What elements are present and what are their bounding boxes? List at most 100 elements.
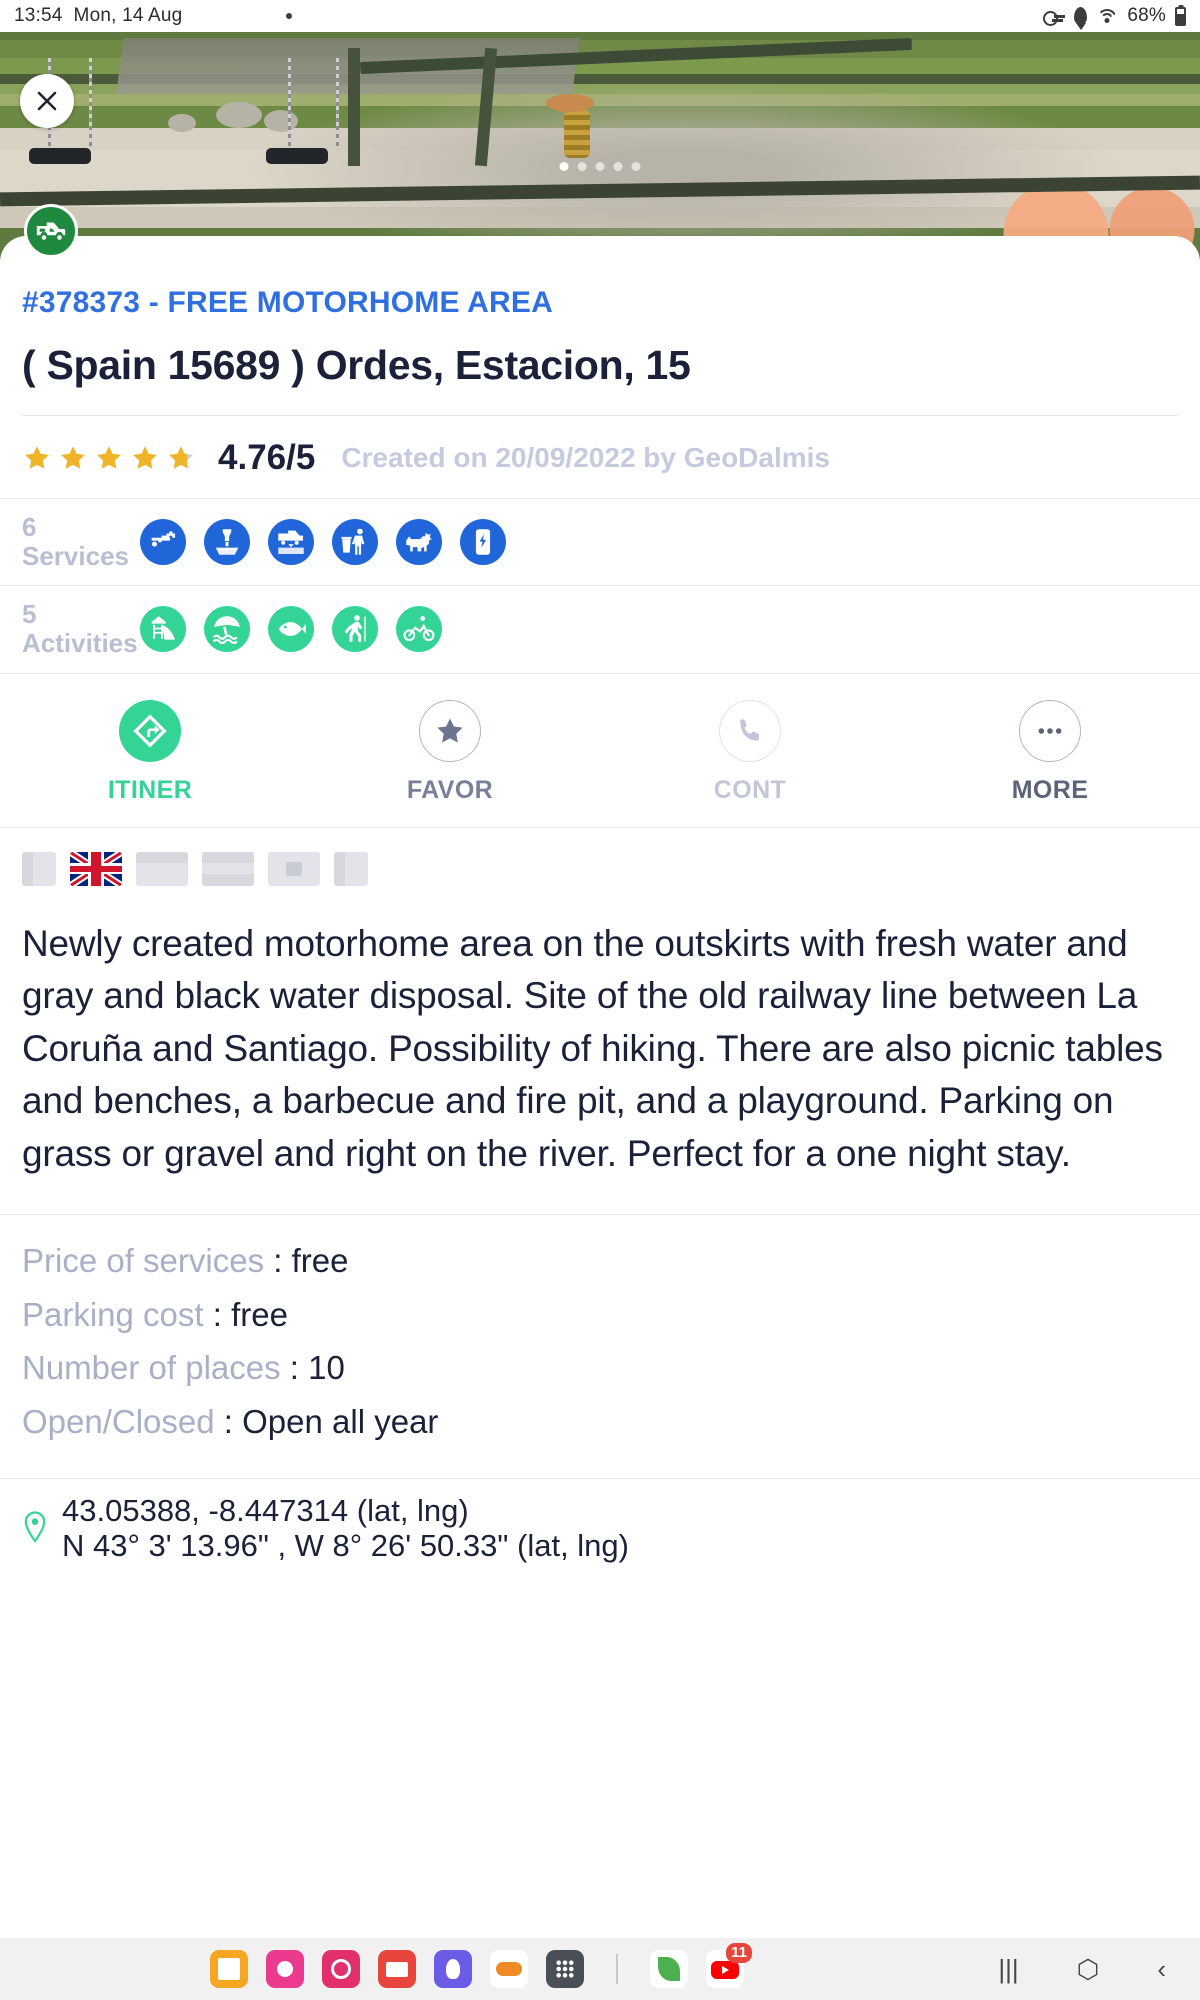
carousel-dot[interactable]: [577, 162, 587, 171]
dogs-allowed-icon[interactable]: [396, 519, 442, 566]
trash-disposal-icon[interactable]: [332, 519, 378, 566]
weather-app-icon[interactable]: [490, 1950, 528, 1988]
photo-edging-rail: [0, 175, 1200, 207]
youtube-app-icon[interactable]: 11: [706, 1943, 752, 1988]
photo-swing-chain: [336, 58, 339, 148]
carousel-dot[interactable]: [595, 162, 605, 171]
info-value: : free: [273, 1242, 349, 1280]
rating-stars[interactable]: [22, 443, 196, 473]
language-flag-inactive[interactable]: [136, 851, 188, 886]
more-button[interactable]: MORE: [900, 699, 1200, 805]
listing-photo[interactable]: [0, 32, 1200, 262]
close-button[interactable]: [20, 74, 74, 128]
info-row: Open/Closed : Open all year: [22, 1402, 1178, 1442]
battery-icon: [1175, 6, 1186, 26]
activities-icons: [140, 606, 442, 653]
language-flag-inactive[interactable]: [22, 851, 56, 886]
wc-cassette-disposal-icon[interactable]: [204, 519, 250, 566]
services-icons: [140, 519, 506, 566]
phone-icon: [740, 718, 760, 741]
language-flag-inactive[interactable]: [334, 851, 368, 886]
notes-app-icon[interactable]: [210, 1950, 248, 1988]
motorhome-badge-icon: [24, 204, 78, 258]
mail-app-icon[interactable]: [378, 1950, 416, 1988]
coordinates-decimal: 43.05388, -8.447314 (lat, lng): [62, 1492, 469, 1528]
electricity-hookup-icon[interactable]: [460, 519, 506, 566]
beach-swimming-icon[interactable]: [204, 606, 250, 653]
status-bar: 13:54 Mon, 14 Aug 68%: [0, 0, 1200, 32]
apps-grid-icon[interactable]: [546, 1950, 584, 1988]
language-flag-en[interactable]: [70, 851, 122, 886]
rating-row: 4.76/5 Created on 20/09/2022 by GeoDalmi…: [0, 416, 1200, 498]
photo-rock: [168, 114, 196, 132]
info-key: Number of places: [22, 1349, 290, 1387]
star-icon[interactable]: [94, 443, 124, 473]
star-icon[interactable]: [22, 443, 52, 473]
contact-button[interactable]: CONT: [600, 699, 900, 805]
itinerary-button[interactable]: ITINER: [0, 699, 300, 805]
photo-spring-rider: [564, 110, 590, 158]
info-key: Price of services: [22, 1242, 274, 1280]
listing-sheet: #378373 - FREE MOTORHOME AREA ( Spain 15…: [0, 204, 1200, 1736]
photo-rock: [264, 110, 298, 132]
photo-carousel-dots[interactable]: [559, 162, 641, 171]
notification-badge: 11: [726, 1943, 752, 1963]
info-row: Price of services : free: [22, 1241, 1178, 1281]
created-meta: Created on 20/09/2022 by GeoDalmis: [341, 442, 830, 474]
star-outline-circle: [419, 699, 481, 762]
back-button[interactable]: ‹: [1157, 1954, 1166, 1985]
recents-button[interactable]: |||: [998, 1954, 1018, 1985]
hiking-icon[interactable]: [332, 606, 378, 653]
language-flag-inactive[interactable]: [268, 851, 320, 886]
coordinates-row[interactable]: 43.05388, -8.447314 (lat, lng) N 43° 3' …: [0, 1477, 1200, 1561]
ellipsis-icon: [1038, 727, 1062, 734]
close-icon: [37, 91, 57, 111]
status-bar-right: 68%: [1043, 5, 1186, 27]
key-icon: [1043, 9, 1066, 26]
fishing-icon[interactable]: [268, 606, 314, 653]
battery-percent: 68%: [1127, 5, 1166, 26]
ellipsis-outline-circle: [1019, 699, 1081, 762]
services-row: 6 Services: [0, 498, 1200, 585]
flower-app-icon[interactable]: [266, 1950, 304, 1988]
page-title: ( Spain 15689 ) Ordes, Estacion, 15: [22, 342, 691, 388]
star-icon[interactable]: [58, 443, 88, 473]
photo-swing-seat: [266, 148, 329, 164]
info-value: : Open all year: [223, 1403, 439, 1441]
cycling-icon[interactable]: [396, 606, 442, 653]
wifi-icon: [1096, 8, 1118, 25]
info-value: : 10: [289, 1349, 345, 1387]
favorite-button[interactable]: FAVOR: [300, 699, 600, 805]
photo-icon: [193, 6, 213, 26]
photo-spring-seat: [546, 94, 594, 112]
phone-outline-circle: [719, 699, 781, 762]
services-label: 6 Services: [22, 512, 129, 572]
listing-description: Newly created motorhome area on the outs…: [22, 922, 1163, 1174]
language-flag-inactive[interactable]: [202, 851, 254, 886]
star-icon[interactable]: [130, 443, 160, 473]
listing-category[interactable]: #378373 - FREE MOTORHOME AREA: [22, 236, 1178, 320]
carousel-dot[interactable]: [559, 162, 569, 171]
taskbar-apps: 11: [210, 1943, 752, 1988]
activities-label: 5 Activities: [22, 599, 138, 659]
leaf-app-icon[interactable]: [650, 1950, 688, 1988]
favorite-label: FAVOR: [406, 775, 494, 804]
instagram-app-icon[interactable]: [322, 1950, 360, 1988]
listing-info-list: Price of services : free Parking cost : …: [0, 1214, 1200, 1477]
info-value: : free: [212, 1295, 288, 1333]
photo-swing-seat: [28, 148, 91, 164]
taskbar-divider: [616, 1954, 618, 1984]
map-pin-icon: [24, 1511, 46, 1543]
grey-water-disposal-icon[interactable]: [268, 519, 314, 566]
drinking-water-tap-icon[interactable]: [140, 519, 186, 566]
star-icon-partial[interactable]: [166, 443, 196, 473]
home-button[interactable]: ⬡: [1077, 1954, 1100, 1985]
carousel-dot[interactable]: [631, 162, 641, 171]
language-flags: [22, 851, 1178, 886]
browser-app-icon[interactable]: [434, 1950, 472, 1988]
photo-swing-chain: [288, 58, 291, 148]
playground-slide-icon[interactable]: [140, 606, 186, 653]
dot-icon: [286, 13, 293, 19]
itinerary-label: ITINER: [107, 775, 193, 804]
carousel-dot[interactable]: [613, 162, 623, 171]
